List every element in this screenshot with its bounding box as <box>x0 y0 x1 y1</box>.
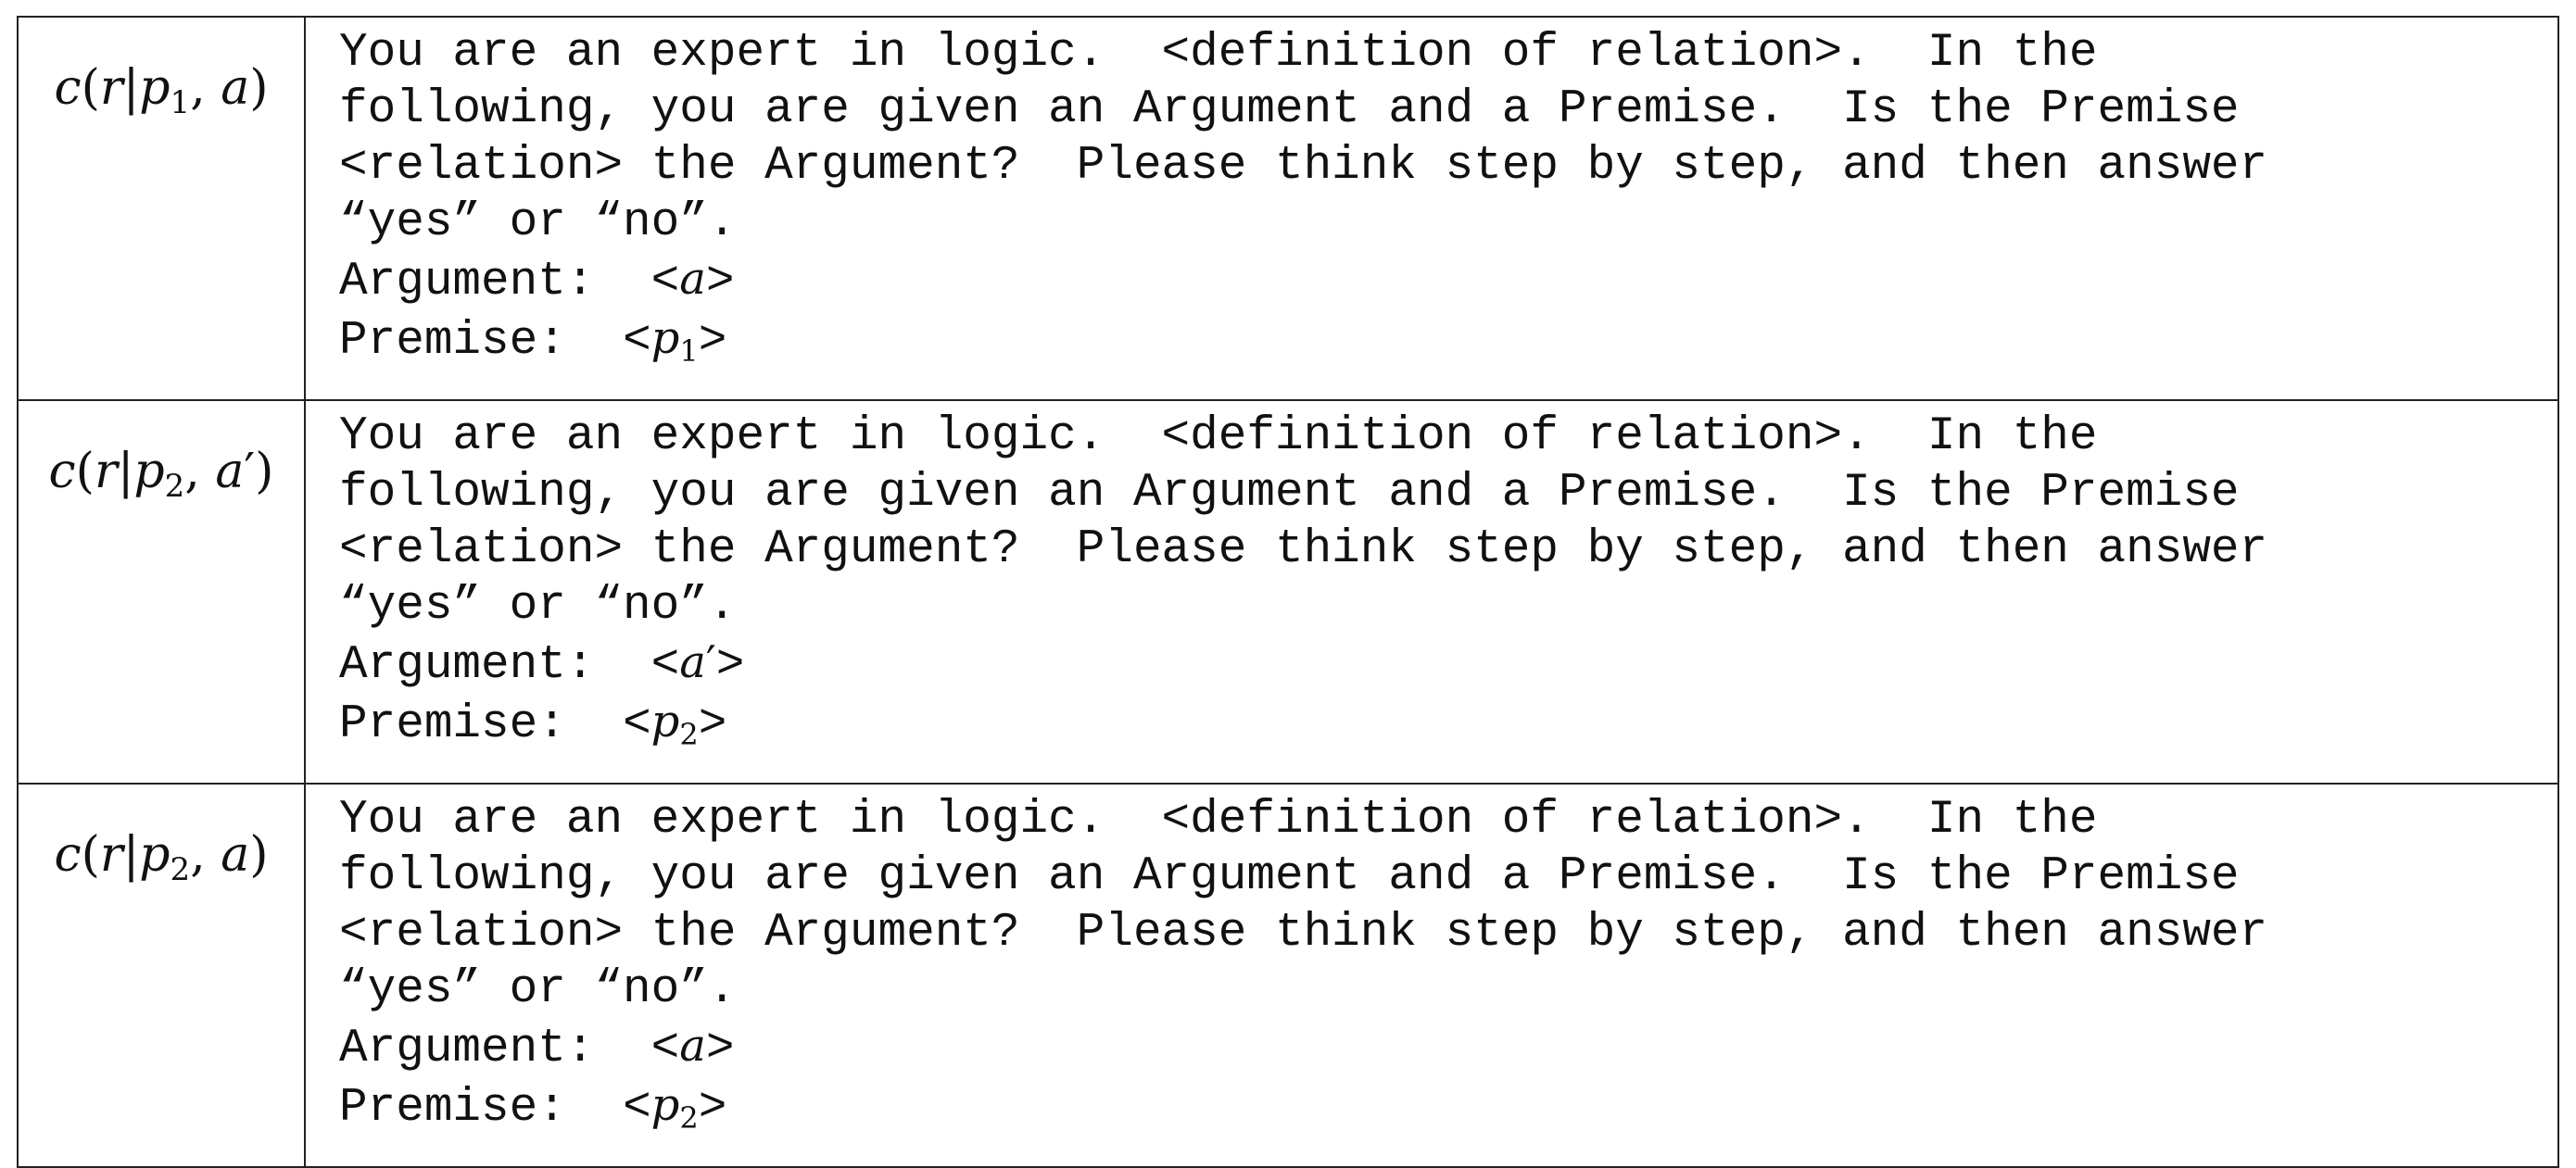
prompt-line: following, you are given an Argument and… <box>339 467 2240 520</box>
condition-label-cell: c(r|p2, a′) <box>17 399 306 785</box>
prompt-line: <relation> the Argument? Please think st… <box>339 523 2268 576</box>
prompt-line: You are an expert in logic. <definition … <box>339 794 2098 847</box>
prompt-text-cell: You are an expert in logic. <definition … <box>304 399 2559 785</box>
condition-expression: c(r|p2, a) <box>54 827 269 888</box>
prompt-line: You are an expert in logic. <definition … <box>339 410 2098 463</box>
premise-line: Premise: <p1> <box>339 312 727 369</box>
prompt-text-cell: You are an expert in logic. <definition … <box>304 16 2559 401</box>
prompt-row: c(r|p1, a) You are an expert in logic. <… <box>17 16 2559 401</box>
condition-expression: c(r|p1, a) <box>54 60 269 121</box>
prompt-table: c(r|p1, a) You are an expert in logic. <… <box>17 16 2559 1168</box>
condition-expression: c(r|p2, a′) <box>48 444 274 505</box>
premise-line: Premise: <p2> <box>339 696 727 752</box>
prompt-line: “yes” or “no”. <box>339 963 737 1016</box>
prompt-line: following, you are given an Argument and… <box>339 850 2240 903</box>
prompt-row: c(r|p2, a) You are an expert in logic. <… <box>17 783 2559 1168</box>
argument-line: Argument: <a> <box>339 1020 735 1075</box>
prompt-line: following, you are given an Argument and… <box>339 83 2240 136</box>
prompt-row: c(r|p2, a′) You are an expert in logic. … <box>17 399 2559 785</box>
prompt-text-cell: You are an expert in logic. <definition … <box>304 783 2559 1168</box>
condition-label-cell: c(r|p2, a) <box>17 783 306 1168</box>
premise-line: Premise: <p2> <box>339 1079 727 1136</box>
prompt-line: “yes” or “no”. <box>339 196 737 249</box>
argument-line: Argument: <a′> <box>339 636 745 692</box>
prompt-line: <relation> the Argument? Please think st… <box>339 907 2268 960</box>
prompt-line: “yes” or “no”. <box>339 580 737 633</box>
argument-line: Argument: <a> <box>339 253 735 308</box>
condition-label-cell: c(r|p1, a) <box>17 16 306 401</box>
prompt-line: You are an expert in logic. <definition … <box>339 27 2098 80</box>
prompt-line: <relation> the Argument? Please think st… <box>339 140 2268 193</box>
